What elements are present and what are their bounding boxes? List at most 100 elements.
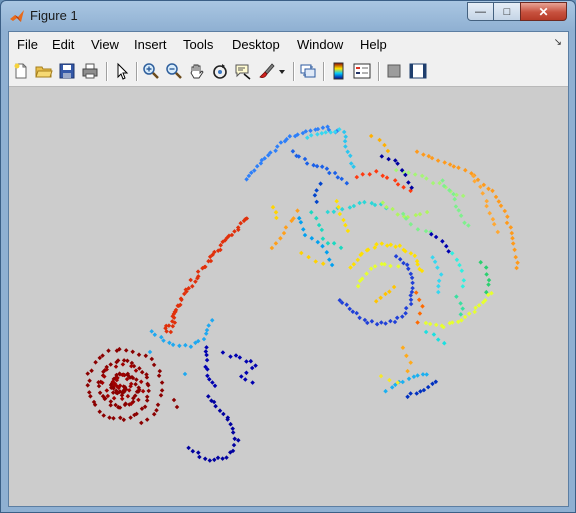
scatter-point xyxy=(415,262,420,267)
scatter-point xyxy=(298,220,304,225)
link-plot-icon[interactable] xyxy=(299,62,317,80)
scatter-point xyxy=(391,284,397,290)
scatter-point xyxy=(382,142,387,148)
brush-dropdown-icon[interactable] xyxy=(277,62,287,80)
brush-icon[interactable] xyxy=(257,62,275,80)
scatter-point xyxy=(498,203,504,209)
minimize-button[interactable]: — xyxy=(467,2,494,21)
menu-tools[interactable]: Tools xyxy=(183,37,213,52)
menu-window[interactable]: Window xyxy=(297,37,343,52)
new-figure-icon[interactable] xyxy=(12,62,30,80)
scatter-point xyxy=(436,283,441,289)
scatter-point xyxy=(207,458,213,463)
scatter-point xyxy=(480,191,485,196)
show-plot-tools-icon[interactable] xyxy=(409,62,427,80)
toolbar-separator xyxy=(323,62,325,81)
scatter-point xyxy=(410,285,415,291)
scatter-point xyxy=(120,362,126,367)
menu-file[interactable]: File xyxy=(17,37,38,52)
scatter-point xyxy=(324,166,330,171)
scatter-point xyxy=(323,130,328,135)
scatter-point xyxy=(339,206,345,212)
scatter-point xyxy=(166,323,172,328)
scatter-point xyxy=(509,230,515,236)
print-icon[interactable] xyxy=(81,62,99,80)
scatter-point xyxy=(318,181,323,186)
save-icon[interactable] xyxy=(58,62,76,80)
title-bar[interactable]: Figure 1 — □ ✕ xyxy=(1,1,575,31)
scatter-point xyxy=(128,415,133,420)
scatter-point xyxy=(405,394,410,400)
scatter-point xyxy=(393,244,398,249)
scatter-point xyxy=(231,442,237,448)
scatter-point xyxy=(309,210,314,215)
menu-help[interactable]: Help xyxy=(360,37,387,52)
scatter-point xyxy=(144,375,150,380)
scatter-point xyxy=(405,368,410,374)
scatter-point xyxy=(493,194,499,200)
scatter-point xyxy=(159,388,165,393)
scatter-point xyxy=(510,241,516,246)
scatter-point xyxy=(270,204,276,210)
menu-desktop[interactable]: Desktop xyxy=(232,37,280,52)
scatter-point xyxy=(220,350,226,355)
plot-canvas[interactable] xyxy=(9,87,568,506)
close-icon: ✕ xyxy=(538,4,549,19)
menu-view[interactable]: View xyxy=(91,37,119,52)
scatter-point xyxy=(151,362,157,368)
scatter-point xyxy=(290,149,296,154)
data-cursor-icon[interactable] xyxy=(234,62,252,80)
scatter-point xyxy=(283,225,289,230)
scatter-point xyxy=(275,144,280,149)
scatter-point xyxy=(343,222,348,228)
scatter-point xyxy=(454,257,460,263)
scatter-point xyxy=(357,315,362,321)
scatter-point xyxy=(217,408,223,413)
toolbar-separator xyxy=(106,62,108,81)
scatter-point xyxy=(404,353,409,359)
scatter-point xyxy=(320,243,325,249)
scatter-point xyxy=(274,215,279,221)
menu-insert[interactable]: Insert xyxy=(134,37,167,52)
menu-edit[interactable]: Edit xyxy=(52,37,74,52)
scatter-point xyxy=(436,289,441,295)
scatter-point xyxy=(453,204,459,209)
edit-plot-arrow-icon[interactable] xyxy=(113,62,131,80)
scatter-point xyxy=(408,271,414,277)
legend-icon[interactable] xyxy=(353,62,371,80)
scatter-point xyxy=(332,170,338,176)
window-title: Figure 1 xyxy=(30,8,78,23)
scatter-point xyxy=(243,377,248,382)
rotate-3d-icon[interactable] xyxy=(211,62,229,80)
scatter-point xyxy=(159,334,164,340)
scatter-point xyxy=(324,250,330,255)
scatter-point xyxy=(484,198,489,204)
scatter-point xyxy=(136,352,142,357)
pan-hand-icon[interactable] xyxy=(188,62,206,80)
minimize-icon: — xyxy=(475,5,486,18)
scatter-point xyxy=(442,340,447,346)
scatter-point xyxy=(206,394,211,399)
scatter-point xyxy=(167,340,172,346)
scatter-point xyxy=(108,362,113,367)
scatter-point xyxy=(456,165,461,170)
zoom-out-icon[interactable] xyxy=(165,62,183,80)
maximize-button[interactable]: □ xyxy=(493,2,521,21)
scatter-point xyxy=(378,373,384,379)
colorbar-icon[interactable] xyxy=(330,62,348,80)
scatter-point xyxy=(408,301,414,307)
scatter-point xyxy=(420,304,425,309)
scatter-point xyxy=(299,250,304,256)
open-file-icon[interactable] xyxy=(35,62,53,80)
hide-plot-tools-icon[interactable] xyxy=(385,62,403,80)
scatter-point xyxy=(308,133,314,138)
scatter-point xyxy=(379,154,385,159)
dock-figure-icon[interactable]: ↘ xyxy=(554,37,562,48)
close-button[interactable]: ✕ xyxy=(520,2,567,21)
zoom-in-icon[interactable] xyxy=(142,62,160,80)
scatter-point xyxy=(461,278,467,283)
scatter-point xyxy=(204,345,209,350)
scatter-point xyxy=(372,264,378,269)
scatter-point xyxy=(170,323,176,329)
scatter-point xyxy=(345,149,350,155)
